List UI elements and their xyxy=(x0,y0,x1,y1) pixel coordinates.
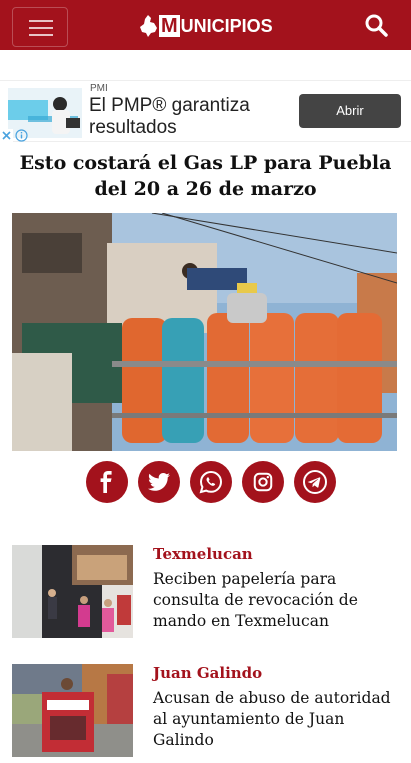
related-thumbnail[interactable] xyxy=(12,545,133,638)
related-category[interactable]: Juan Galindo xyxy=(153,664,262,682)
ad-banner[interactable]: PMI El PMP® garantiza resultados Abrir xyxy=(0,80,411,142)
ad-close-icon[interactable] xyxy=(0,129,13,142)
related-title[interactable]: Reciben papelería para consulta de revoc… xyxy=(153,569,393,632)
ad-open-button[interactable]: Abrir xyxy=(299,94,401,128)
whatsapp-share-button[interactable] xyxy=(190,461,232,503)
article-title: Esto costará el Gas LP para Puebla del 2… xyxy=(19,152,392,200)
instagram-icon xyxy=(253,472,273,492)
logo-letter: M xyxy=(159,15,180,37)
ad-info-icon[interactable] xyxy=(15,129,28,142)
telegram-icon xyxy=(303,470,327,494)
twitter-share-button[interactable] xyxy=(138,461,180,503)
whatsapp-icon xyxy=(199,470,223,494)
puebla-state-icon xyxy=(140,15,157,37)
related-thumbnail[interactable] xyxy=(12,664,133,757)
menu-button[interactable] xyxy=(12,7,68,47)
site-logo[interactable]: M UNICIPIOS xyxy=(140,13,273,39)
instagram-share-button[interactable] xyxy=(242,461,284,503)
logo-text: UNICIPIOS xyxy=(180,15,273,36)
related-category[interactable]: Texmelucan xyxy=(153,545,253,563)
facebook-icon xyxy=(100,471,112,493)
menu-line xyxy=(29,34,53,36)
top-header: M UNICIPIOS xyxy=(0,0,411,50)
related-title[interactable]: Acusan de abuso de autoridad al ayuntami… xyxy=(153,688,393,751)
related-item[interactable]: Juan Galindo Acusan de abuso de autorida… xyxy=(12,664,399,760)
article-hero-image xyxy=(12,213,397,451)
twitter-icon xyxy=(148,473,170,491)
search-icon[interactable] xyxy=(364,13,388,37)
menu-line xyxy=(29,20,53,22)
ad-sponsor: PMI xyxy=(90,83,108,94)
menu-line xyxy=(29,27,53,29)
related-item[interactable]: Texmelucan Reciben papelería para consul… xyxy=(12,545,399,641)
share-bar xyxy=(86,461,336,503)
facebook-share-button[interactable] xyxy=(86,461,128,503)
telegram-share-button[interactable] xyxy=(294,461,336,503)
ad-headline[interactable]: El PMP® garantiza resultados xyxy=(89,95,289,139)
